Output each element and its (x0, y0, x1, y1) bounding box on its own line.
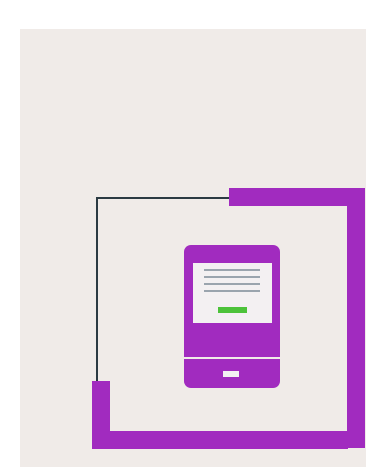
home-button (223, 371, 239, 377)
frame-illustration (92, 188, 365, 449)
confirm-bar (218, 307, 247, 313)
illustration-canvas (0, 0, 366, 467)
thick-frame-bottom-left (92, 381, 348, 449)
tablet-kiosk-icon (184, 245, 280, 388)
device-screen (193, 263, 272, 323)
